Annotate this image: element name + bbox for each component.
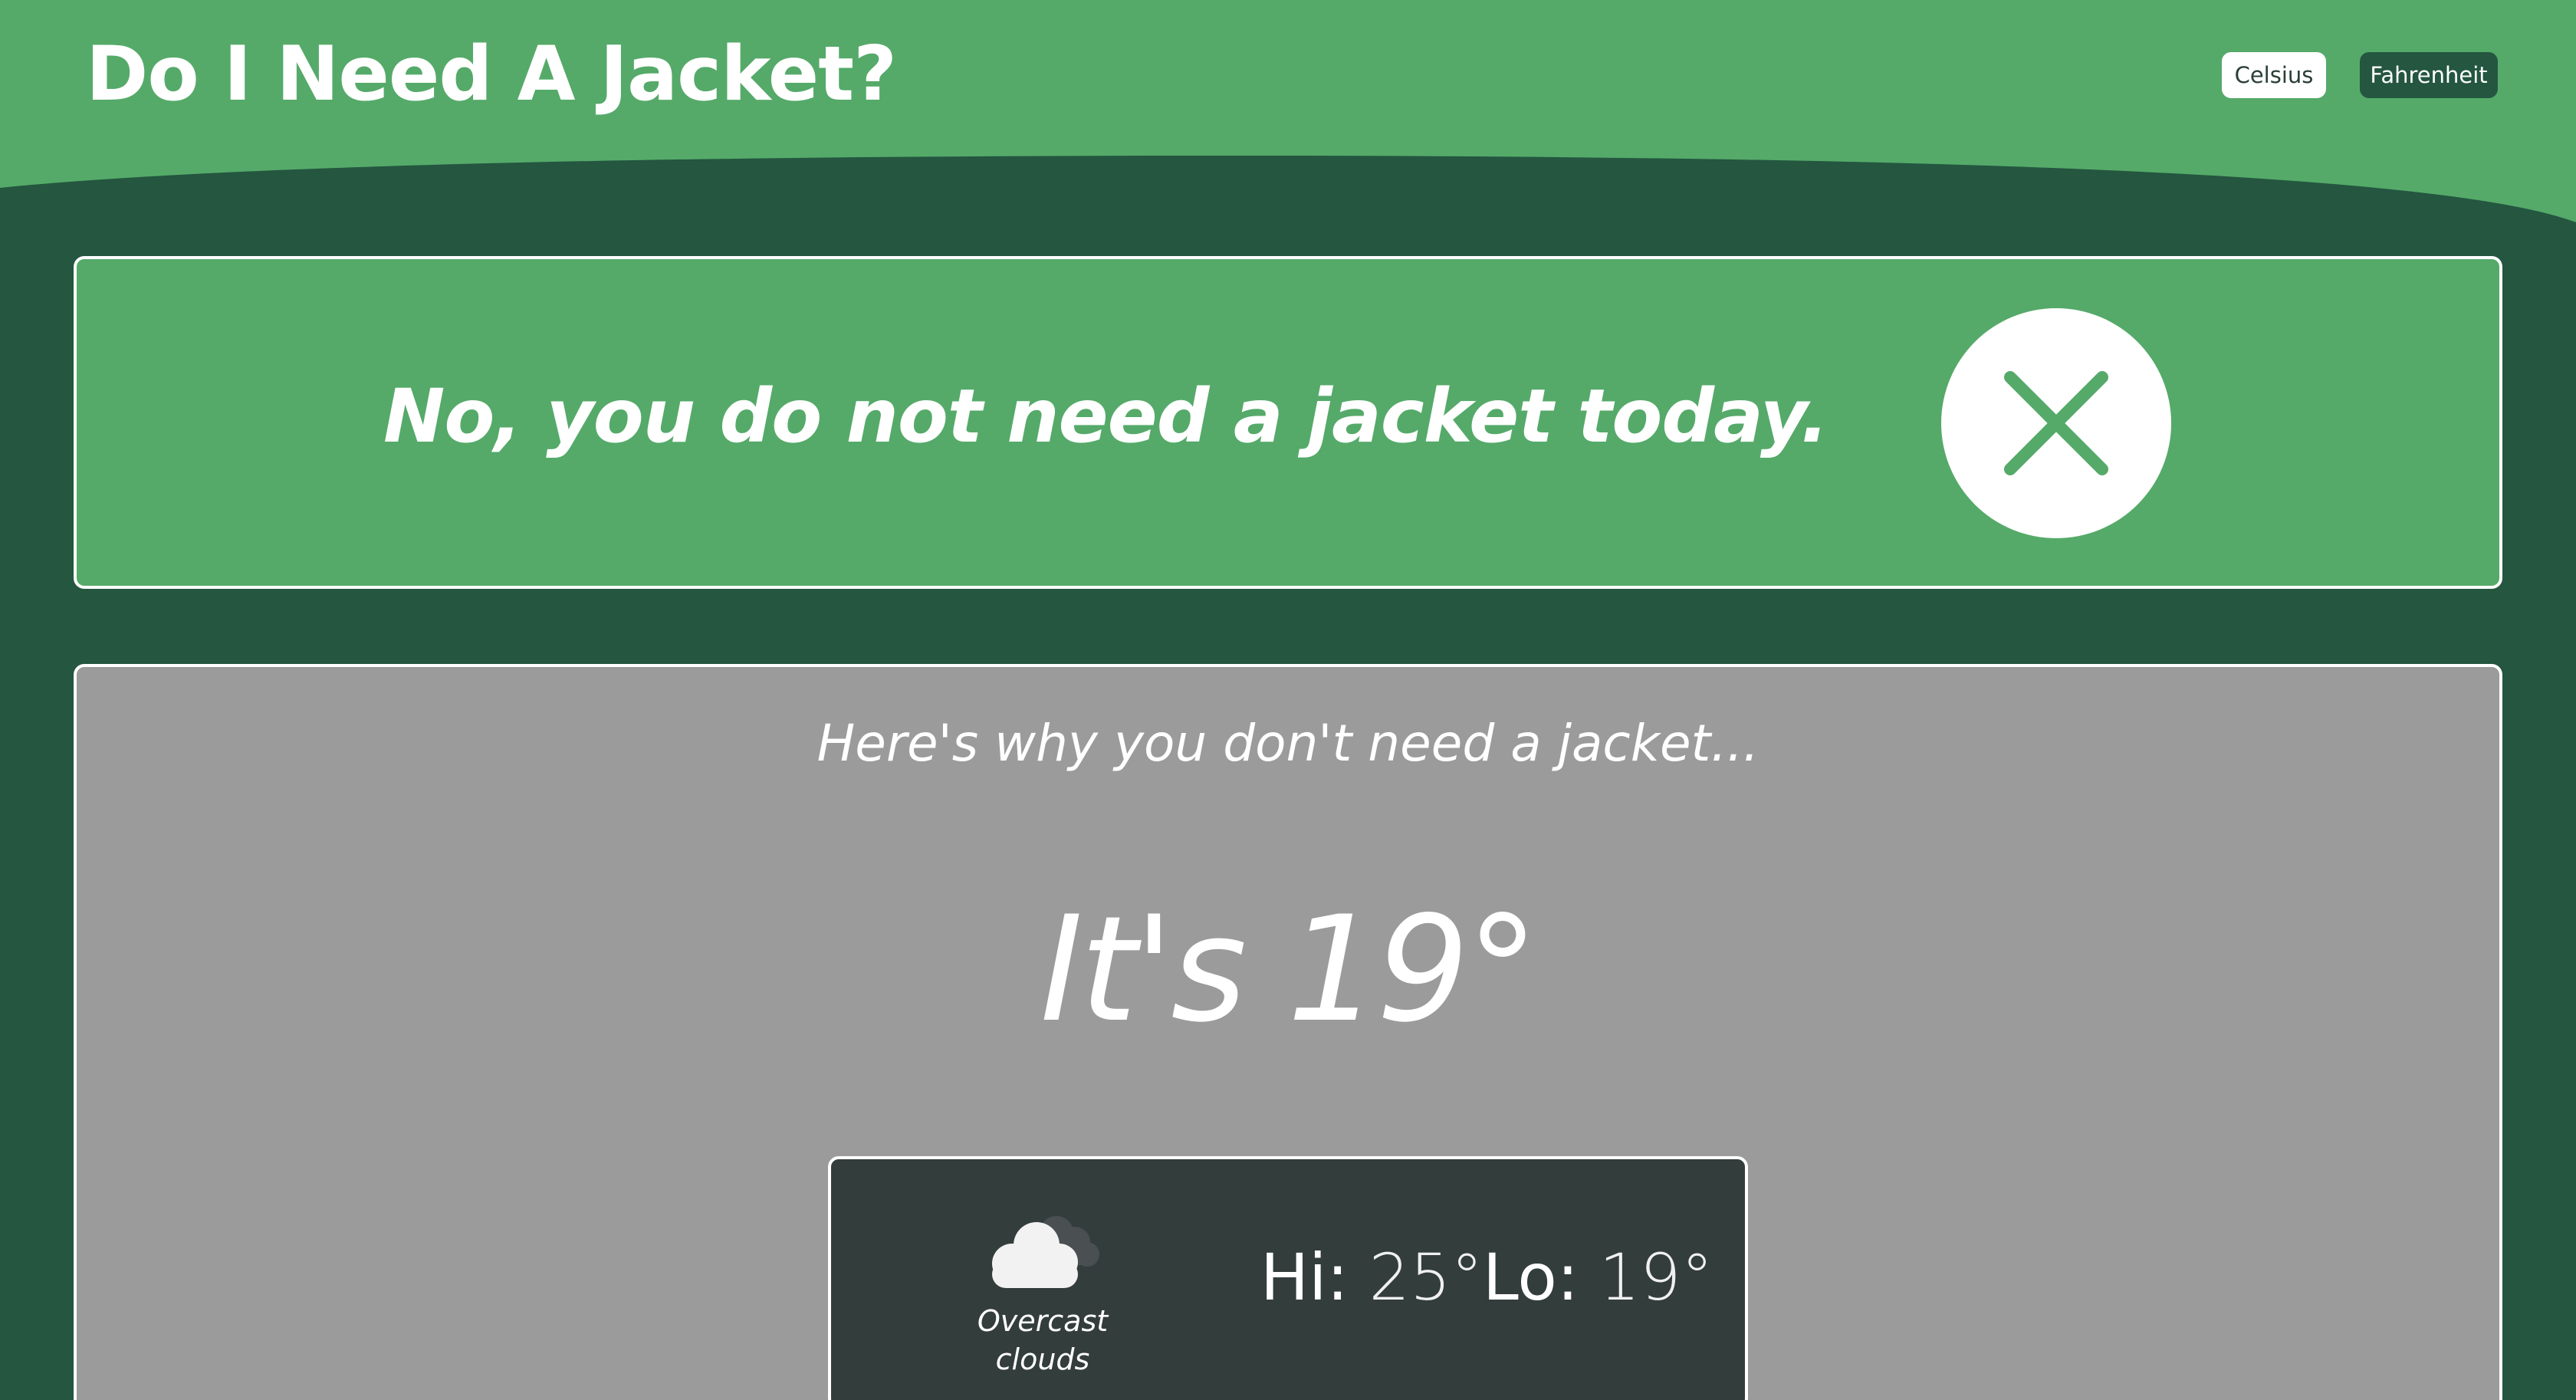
answer-card: No, you do not need a jacket today.: [74, 256, 2502, 589]
cloud-icon: [992, 1216, 1099, 1288]
page: Do I Need A Jacket? Celsius Fahrenheit N…: [0, 0, 2576, 1400]
fahrenheit-button[interactable]: Fahrenheit: [2360, 52, 2498, 98]
low-value: 19°: [1598, 1240, 1714, 1315]
weather-condition: Overcast clouds: [977, 1304, 1109, 1376]
weather-panel: Overcast clouds Hi: 25° Lo: 19°: [828, 1156, 1748, 1400]
answer-text: No, you do not need a jacket today.: [383, 373, 1829, 459]
reason-heading: Here's why you don't need a jacket...: [816, 714, 1760, 773]
low-temperature: Lo: 19°: [1483, 1239, 1714, 1316]
high-value: 25°: [1368, 1240, 1484, 1315]
app-title: Do I Need A Jacket?: [86, 31, 897, 118]
current-temperature: It's 19°: [1040, 885, 1539, 1054]
answer-badge: [1941, 308, 2171, 538]
high-temperature: Hi: 25°: [1260, 1239, 1483, 1316]
high-label: Hi:: [1260, 1240, 1349, 1315]
celsius-button[interactable]: Celsius: [2222, 52, 2326, 98]
low-label: Lo:: [1483, 1240, 1579, 1315]
close-icon: [2004, 371, 2108, 475]
